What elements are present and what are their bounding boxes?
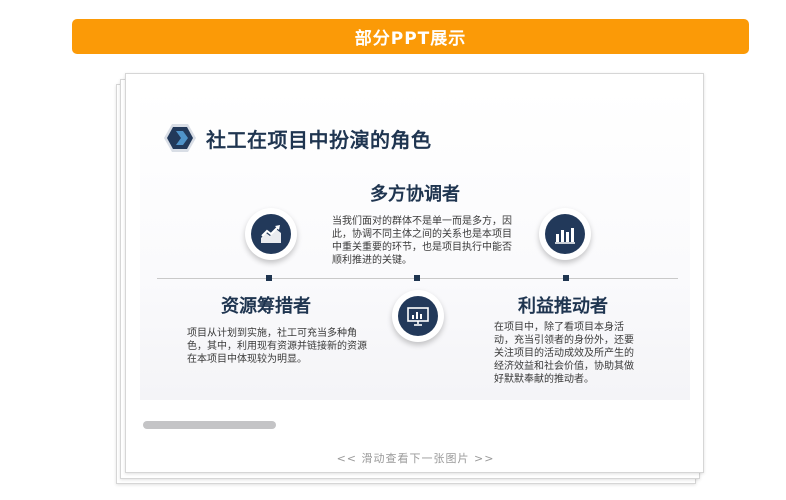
resource-icon-badge xyxy=(392,290,444,342)
heading-coordinator: 多方协调者 xyxy=(370,184,460,205)
timeline-dot xyxy=(414,275,420,281)
presentation-board-icon xyxy=(407,307,429,326)
hexagon-chevron-icon xyxy=(164,124,196,152)
timeline-dot xyxy=(266,275,272,281)
timeline-dot xyxy=(563,275,569,281)
banner-label: 部分PPT展示 xyxy=(354,29,467,49)
horizontal-scrollbar[interactable] xyxy=(143,421,276,429)
text-resource: 项目从计划到实施，社工可充当多种角色，其中，利用现有资源并链接新的资源在本项目中… xyxy=(187,328,367,365)
text-benefit: 在项目中，除了看项目本身活动，充当引领者的身份外，还要关注项目的活动成效及所产生… xyxy=(494,322,634,385)
slide-title-row: 社工在项目中扮演的角色 xyxy=(163,123,432,153)
heading-benefit: 利益推动者 xyxy=(518,296,608,317)
swipe-hint: << 滑动查看下一张图片 >> xyxy=(336,452,495,465)
slide-viewer[interactable]: 社工在项目中扮演的角色 多方协调者 当我们面对的群体不是单一而是多方，因此，协调… xyxy=(125,73,704,473)
text-coordinator: 当我们面对的群体不是单一而是多方，因此，协调不同主体之间的关系也是本项目中重关重… xyxy=(332,216,512,266)
slide-title: 社工在项目中扮演的角色 xyxy=(206,127,432,152)
section-banner: 部分PPT展示 xyxy=(72,19,749,54)
benefit-icon-badge xyxy=(539,208,591,260)
trending-chart-icon xyxy=(261,225,281,243)
heading-resource: 资源筹措者 xyxy=(221,296,311,317)
coordinator-icon-badge xyxy=(245,208,297,260)
bar-chart-icon xyxy=(555,228,575,244)
